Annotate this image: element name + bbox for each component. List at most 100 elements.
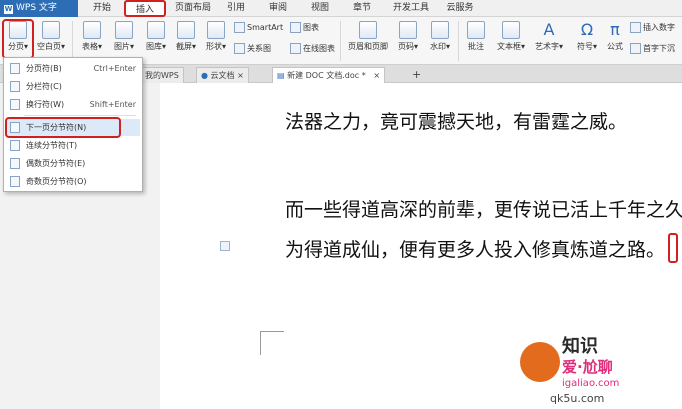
- page-break-dropdown: 分页符(B) Ctrl+Enter 分栏符(C) 换行符(W) Shift+En…: [3, 57, 143, 192]
- tab-home[interactable]: 开始: [84, 0, 120, 17]
- drop-cap-button[interactable]: 首字下沉: [630, 43, 675, 54]
- smartart-label: SmartArt: [247, 23, 284, 32]
- blank-page-icon: [42, 21, 60, 39]
- picture-label: 图片: [113, 42, 130, 51]
- picture-button[interactable]: 图片▾: [110, 21, 138, 52]
- textbox-label: 文本框: [496, 42, 521, 51]
- tab-new-doc[interactable]: ▤ 新建 DOC 文档.doc * ×: [272, 67, 386, 83]
- formula-label: 公式: [607, 42, 623, 51]
- textbox-button[interactable]: 文本框▾: [494, 21, 528, 52]
- chart-icon: [290, 22, 301, 33]
- gallery-label: 图库: [145, 42, 162, 51]
- header-footer-button[interactable]: 页眉和页脚: [346, 21, 390, 52]
- insert-number-icon: [630, 22, 641, 33]
- gallery-button[interactable]: 图库▾: [142, 21, 170, 52]
- doc-line-1: 法器之力，竟可震撼天地，有雷霆之威。: [285, 111, 628, 133]
- page-number-button[interactable]: 页码▾: [394, 21, 422, 52]
- menu-item-even-page-section-break[interactable]: 偶数页分节符(E): [6, 155, 140, 172]
- shape-button[interactable]: 形状▾: [202, 21, 230, 52]
- insert-number-label: 插入数字: [643, 23, 675, 32]
- ribbon-divider: [72, 21, 73, 61]
- close-icon[interactable]: ×: [237, 71, 244, 80]
- symbol-label: 符号: [576, 42, 593, 51]
- online-chart-icon: [290, 43, 301, 54]
- comment-button[interactable]: 批注: [464, 21, 488, 52]
- menu-item-line-break[interactable]: 换行符(W) Shift+Enter: [6, 96, 140, 113]
- comment-icon: [467, 21, 485, 39]
- watermark-text-1: 知识: [562, 336, 598, 357]
- menu-item-odd-page-section-break[interactable]: 奇数页分节符(O): [6, 173, 140, 190]
- table-button[interactable]: 表格▾: [78, 21, 106, 52]
- drop-cap-icon: [630, 43, 641, 54]
- odd-page-section-break-icon: [10, 176, 20, 187]
- watermark-icon: [431, 21, 449, 39]
- tab-cloud-docs[interactable]: ● 云文档 ×: [196, 67, 249, 83]
- drop-cap-label: 首字下沉: [643, 44, 675, 53]
- tab-references[interactable]: 引用: [220, 0, 252, 17]
- page-number-label: 页码: [397, 42, 414, 51]
- online-chart-button[interactable]: 在线图表: [290, 43, 335, 54]
- symbol-button[interactable]: Ω 符号▾: [574, 21, 600, 52]
- paragraph-mark-highlight: [668, 233, 678, 263]
- app-menu-label: WPS 文字: [16, 3, 57, 13]
- screenshot-icon: [177, 21, 195, 39]
- doc-line-2: 而一些得道高深的前辈，更传说已活上千年之久: [285, 199, 682, 221]
- even-page-section-break-icon: [10, 158, 20, 169]
- close-icon[interactable]: ×: [373, 71, 380, 80]
- screenshot-button[interactable]: 截屏▾: [172, 21, 200, 52]
- menu-item-column-break[interactable]: 分栏符(C): [6, 78, 140, 95]
- wordart-label: 艺术字: [534, 42, 559, 51]
- wordart-button[interactable]: A 艺术字▾: [532, 21, 566, 52]
- column-break-icon: [10, 81, 20, 92]
- tab-new-doc-label: 新建 DOC 文档.doc *: [287, 71, 366, 80]
- relation-map-label: 关系图: [247, 44, 271, 53]
- watermark-text-3: igaliao.com: [562, 378, 620, 389]
- tab-my-wps[interactable]: 我的WPS: [140, 67, 184, 83]
- textbox-icon: [502, 21, 520, 39]
- app-menu-button[interactable]: W WPS 文字: [0, 0, 78, 17]
- cloud-docs-icon: ●: [201, 71, 208, 80]
- smartart-button[interactable]: SmartArt: [234, 22, 283, 33]
- watermark-button[interactable]: 水印▾: [426, 21, 454, 52]
- relation-map-icon: [234, 43, 245, 54]
- chart-button[interactable]: 图表: [290, 22, 319, 33]
- tab-cloud-service[interactable]: 云服务: [440, 0, 480, 17]
- online-chart-label: 在线图表: [303, 44, 335, 53]
- continuous-section-break-icon: [10, 140, 20, 151]
- relation-map-button[interactable]: 关系图: [234, 43, 271, 54]
- page-break-icon: [10, 63, 20, 74]
- paragraph-layout-icon[interactable]: [220, 241, 230, 251]
- page-break-highlight: [2, 19, 34, 59]
- tab-review[interactable]: 审阅: [262, 0, 294, 17]
- menu-item-page-break[interactable]: 分页符(B) Ctrl+Enter: [6, 60, 140, 77]
- add-tab-button[interactable]: +: [408, 67, 425, 83]
- smartart-icon: [234, 22, 245, 33]
- next-page-section-break-highlight: [5, 117, 121, 138]
- gallery-icon: [147, 21, 165, 39]
- tab-page-layout[interactable]: 页面布局: [170, 0, 216, 17]
- comment-label: 批注: [468, 42, 484, 51]
- watermark-label: 水印: [429, 42, 446, 51]
- formula-button[interactable]: π 公式: [604, 21, 626, 52]
- screenshot-label: 截屏: [175, 42, 192, 51]
- site-watermark: 知识 爱·尬聊 igaliao.com qk5u.com: [520, 330, 682, 409]
- table-label: 表格: [81, 42, 98, 51]
- tab-view[interactable]: 视图: [304, 0, 336, 17]
- insert-number-button[interactable]: 插入数字: [630, 22, 675, 33]
- tab-developer[interactable]: 开发工具: [388, 0, 434, 17]
- menu-item-continuous-section-break[interactable]: 连续分节符(T): [6, 137, 140, 154]
- ribbon-divider: [340, 21, 341, 61]
- table-icon: [83, 21, 101, 39]
- watermark-text-2: 爱·尬聊: [562, 358, 613, 376]
- menu-divider: [24, 115, 136, 116]
- tab-chapter[interactable]: 章节: [346, 0, 378, 17]
- blank-page-button[interactable]: 空白页▾: [36, 21, 66, 52]
- menu-bar: W WPS 文字 开始 插入 页面布局 引用 审阅 视图 章节 开发工具 云服务: [0, 0, 682, 17]
- tab-cloud-docs-label: 云文档: [210, 71, 235, 80]
- watermark-text-4: qk5u.com: [550, 392, 605, 405]
- line-break-icon: [10, 99, 20, 110]
- tab-insert[interactable]: 插入: [124, 0, 166, 17]
- doc-line-3: 为得道成仙，便有更多人投入修真炼道之路。: [285, 239, 666, 261]
- shape-label: 形状: [205, 42, 222, 51]
- doc-file-icon: ▤: [277, 71, 285, 80]
